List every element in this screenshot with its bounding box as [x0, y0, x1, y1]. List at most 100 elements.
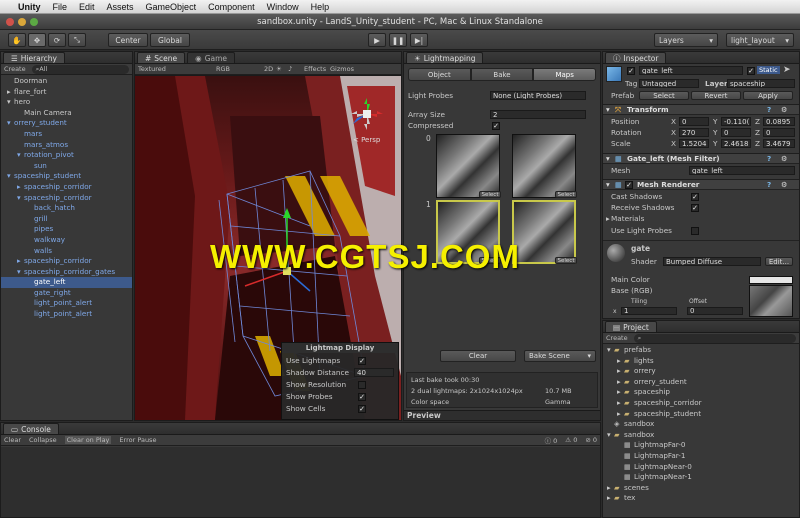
lighting-toggle-icon[interactable]: ☀: [276, 65, 288, 73]
console-info-count[interactable]: ⓘ 0: [545, 435, 558, 445]
tab-hierarchy[interactable]: ☰ Hierarchy: [3, 52, 65, 63]
hierarchy-item[interactable]: pipes: [1, 224, 132, 235]
zoom-window-icon[interactable]: [30, 18, 38, 26]
console-collapse-button[interactable]: Collapse: [29, 436, 57, 444]
tiling-x-field[interactable]: 1: [621, 307, 677, 315]
hierarchy-item[interactable]: light_point_alert: [1, 309, 132, 320]
channel-dropdown[interactable]: RGB: [216, 65, 264, 73]
lightmap-near-1-thumbnail[interactable]: [512, 200, 576, 264]
expand-arrow-icon[interactable]: ▸: [607, 483, 614, 494]
expand-arrow-icon[interactable]: ▸: [617, 387, 624, 398]
hierarchy-item[interactable]: grill: [1, 214, 132, 225]
console-clear-button[interactable]: Clear: [4, 436, 21, 444]
close-window-icon[interactable]: [6, 18, 14, 26]
audio-toggle-icon[interactable]: ♪: [288, 65, 304, 73]
select-near-1-button[interactable]: Select: [555, 257, 577, 264]
2d-toggle[interactable]: 2D: [264, 65, 276, 73]
expand-arrow-icon[interactable]: ▾: [17, 150, 24, 161]
scale-z-field[interactable]: 3.4679: [763, 139, 795, 148]
help-icon[interactable]: ?: [767, 154, 771, 163]
prefab-apply-button[interactable]: Apply: [743, 91, 793, 100]
console-warning-count[interactable]: ⚠ 0: [565, 436, 577, 444]
compressed-checkbox[interactable]: ✓: [492, 121, 500, 130]
project-item[interactable]: ▦ LightmapNear-0: [603, 462, 799, 473]
console-error-count[interactable]: ⊘ 0: [585, 436, 597, 444]
hierarchy-create-button[interactable]: Create: [4, 65, 26, 73]
expand-arrow-icon[interactable]: ▾: [7, 97, 14, 108]
expand-arrow-icon[interactable]: ▾: [607, 345, 614, 356]
menu-window[interactable]: Window: [261, 2, 305, 12]
show-probes-checkbox[interactable]: ✓: [358, 392, 366, 401]
position-z-field[interactable]: 0.0895: [763, 117, 795, 126]
project-search-input[interactable]: ⌕: [633, 333, 796, 343]
project-create-button[interactable]: Create: [606, 334, 628, 342]
perspective-label[interactable]: < Persp: [353, 136, 380, 144]
project-item[interactable]: ▸ ▰ spaceship_corridor: [603, 398, 799, 409]
hierarchy-item[interactable]: walls: [1, 246, 132, 257]
hierarchy-item[interactable]: ▾ spaceship_corridor_gates: [1, 267, 132, 278]
light-probes-field[interactable]: None (Light Probes): [490, 91, 586, 100]
project-item[interactable]: ▸ ▰ lights: [603, 356, 799, 367]
menu-file[interactable]: File: [47, 2, 74, 12]
help-icon[interactable]: ?: [767, 180, 771, 189]
rotation-z-field[interactable]: 0: [763, 128, 795, 137]
pivot-global-button[interactable]: Global: [150, 33, 190, 47]
pivot-center-button[interactable]: Center: [108, 33, 148, 47]
expand-arrow-icon[interactable]: ▾: [7, 118, 14, 129]
scene-orientation-gizmo[interactable]: [347, 94, 387, 134]
tag-dropdown[interactable]: Untagged: [639, 79, 699, 88]
expand-arrow-icon[interactable]: ▸: [617, 398, 624, 409]
mesh-renderer-header[interactable]: ▾ ▦ ✓ Mesh Renderer ? ⚙: [603, 179, 799, 190]
tab-console[interactable]: ▭ Console: [3, 423, 59, 434]
hierarchy-item[interactable]: Doorman: [1, 76, 132, 87]
prefab-select-button[interactable]: Select: [639, 91, 689, 100]
layers-dropdown[interactable]: Layers ▾: [654, 33, 718, 47]
menu-gameobject[interactable]: GameObject: [140, 2, 203, 12]
use-lightmaps-checkbox[interactable]: ✓: [358, 356, 366, 365]
static-checkbox[interactable]: ✓: [747, 67, 755, 75]
position-x-field[interactable]: 0: [679, 117, 709, 126]
clear-button[interactable]: Clear: [440, 350, 516, 362]
effects-dropdown[interactable]: Effects: [304, 65, 330, 73]
project-item[interactable]: ▸ ▰ orrery_student: [603, 377, 799, 388]
hierarchy-item[interactable]: ▾ hero: [1, 97, 132, 108]
project-item[interactable]: ▦ LightmapFar-0: [603, 440, 799, 451]
gameobject-name-field[interactable]: gate_left: [639, 66, 743, 75]
array-size-field[interactable]: 2: [490, 110, 586, 119]
hierarchy-item[interactable]: ▸ spaceship_corridor: [1, 182, 132, 193]
project-item[interactable]: ▸ ▰ spaceship_student: [603, 409, 799, 420]
static-label[interactable]: Static: [757, 66, 780, 74]
hierarchy-item[interactable]: ▾ spaceship_corridor: [1, 193, 132, 204]
tab-project[interactable]: ▤ Project: [605, 321, 657, 332]
hierarchy-item[interactable]: sun: [1, 161, 132, 172]
rotate-tool-icon[interactable]: ⟳: [48, 33, 66, 47]
expand-arrow-icon[interactable]: ▸: [617, 409, 624, 420]
hierarchy-item[interactable]: gate_left: [1, 277, 132, 288]
shader-edit-button[interactable]: Edit...: [765, 257, 793, 266]
play-button[interactable]: ▶: [368, 33, 386, 47]
select-near-0-button[interactable]: Select: [555, 191, 577, 198]
mesh-field[interactable]: gate_left: [689, 166, 795, 175]
gear-icon[interactable]: ⚙: [781, 105, 788, 114]
hierarchy-item[interactable]: back_hatch: [1, 203, 132, 214]
menu-assets[interactable]: Assets: [101, 2, 140, 12]
menu-help[interactable]: Help: [305, 2, 336, 12]
project-item[interactable]: ▾ ▰ sandbox: [603, 430, 799, 441]
select-far-0-button[interactable]: Select: [479, 191, 501, 198]
tab-object[interactable]: Object: [408, 68, 471, 81]
bake-scene-button[interactable]: Bake Scene ▾: [524, 350, 596, 362]
expand-arrow-icon[interactable]: ▸: [607, 493, 614, 504]
hand-tool-icon[interactable]: ✋: [8, 33, 26, 47]
project-item[interactable]: ▸ ▰ orrery: [603, 366, 799, 377]
expand-arrow-icon[interactable]: ▾: [607, 430, 614, 441]
tab-maps[interactable]: Maps: [533, 68, 597, 81]
gear-icon[interactable]: ⚙: [781, 180, 788, 189]
materials-row[interactable]: ▸ Materials: [603, 213, 799, 224]
hierarchy-item[interactable]: ▾ rotation_pivot: [1, 150, 132, 161]
gear-icon[interactable]: ⚙: [781, 154, 788, 163]
project-item[interactable]: ▸ ▰ spaceship: [603, 387, 799, 398]
menu-component[interactable]: Component: [202, 2, 261, 12]
transform-header[interactable]: ▾ ⤧ Transform ? ⚙: [603, 104, 799, 115]
scale-x-field[interactable]: 1.5204: [679, 139, 709, 148]
preview-header[interactable]: Preview: [404, 410, 600, 420]
